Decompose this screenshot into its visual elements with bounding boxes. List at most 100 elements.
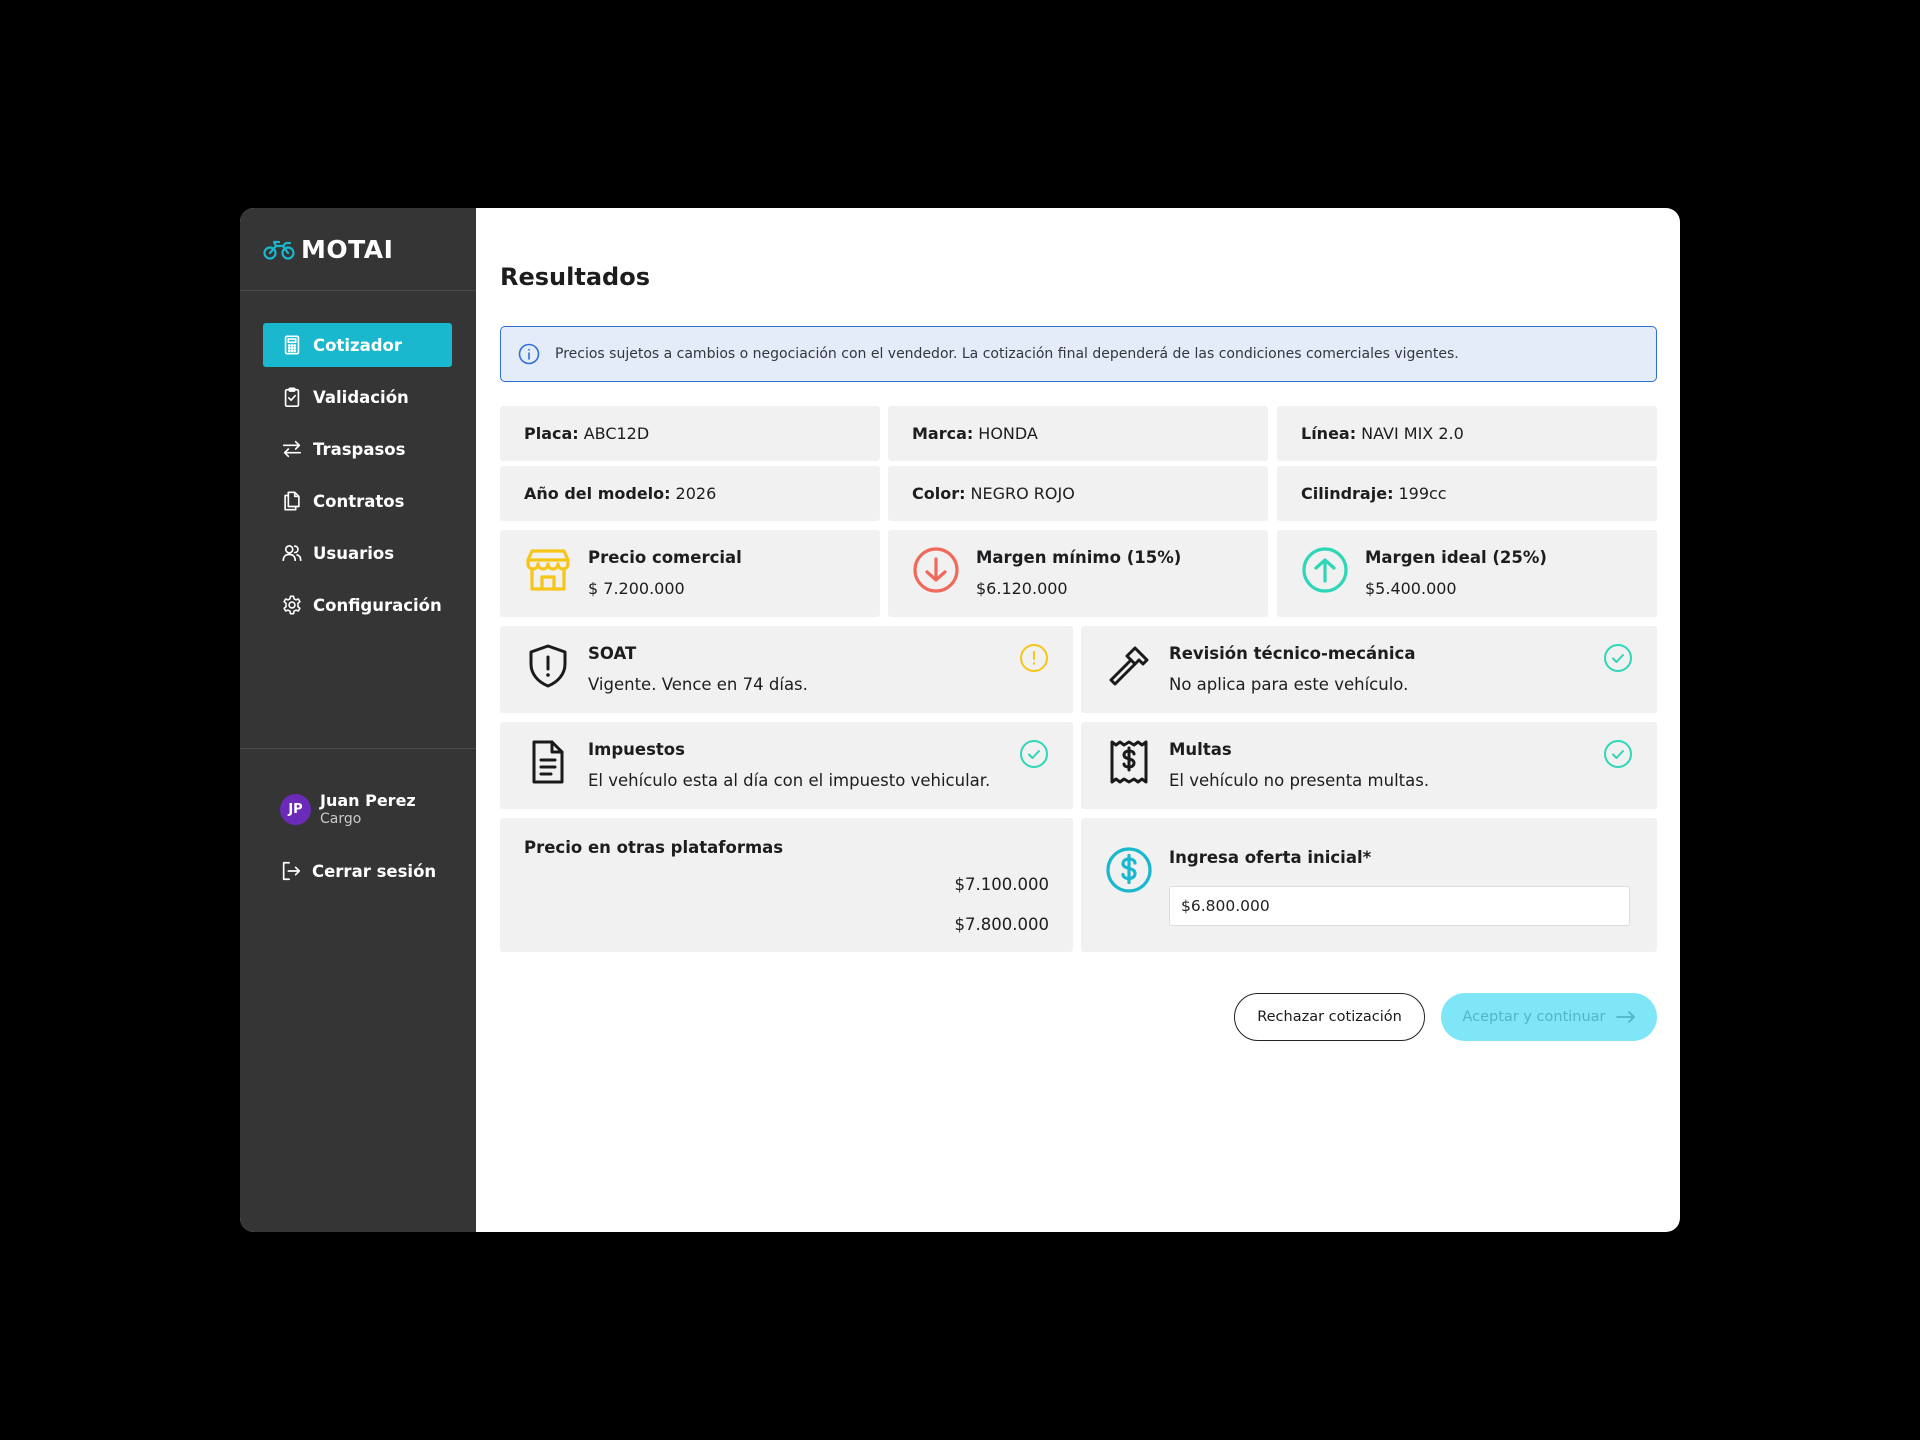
accept-button[interactable]: Aceptar y continuar [1441, 993, 1657, 1041]
info-icon [518, 343, 540, 365]
sidebar: MOTAI Cotizador Validación Traspasos Con… [240, 208, 476, 1232]
sidebar-item-label: Cotizador [313, 335, 403, 355]
check-badge-icon [1604, 644, 1632, 672]
placa-label: Placa: [524, 424, 579, 443]
users-icon [282, 545, 302, 562]
margen-minimo-card: Margen mínimo (15%) $6.120.000 [888, 530, 1268, 617]
impuestos-title: Impuestos [588, 740, 685, 759]
notice-text: Precios sujetos a cambios o negociación … [555, 346, 1459, 362]
logout-label: Cerrar sesión [312, 861, 437, 881]
color-field: Color: NEGRO ROJO [888, 466, 1268, 521]
impuestos-desc: El vehículo esta al día con el impuesto … [588, 771, 991, 790]
platform-price: $7.800.000 [954, 915, 1049, 934]
soat-card: SOAT Vigente. Vence en 74 días. [500, 626, 1073, 713]
user-name: Juan Perez [320, 791, 416, 810]
main-content: Resultados Precios sujetos a cambios o n… [476, 208, 1680, 1232]
brand[interactable]: MOTAI [240, 208, 476, 291]
document-icon [532, 740, 564, 784]
cilindraje-value: 199cc [1398, 484, 1447, 503]
accept-button-label: Aceptar y continuar [1462, 1009, 1606, 1025]
revision-title: Revisión técnico-mecánica [1169, 644, 1416, 663]
cilindraje-label: Cilindraje: [1301, 484, 1394, 503]
sidebar-item-contratos[interactable]: Contratos [263, 479, 452, 523]
placa-value: ABC12D [583, 424, 650, 443]
multas-title: Multas [1169, 740, 1232, 759]
receipt-dollar-icon [1110, 740, 1148, 784]
margen-ideal-card: Margen ideal (25%) $5.400.000 [1277, 530, 1657, 617]
marca-value: HONDA [978, 424, 1038, 443]
offer-card: Ingresa oferta inicial* [1081, 818, 1657, 952]
platforms-title: Precio en otras plataformas [524, 838, 784, 857]
sidebar-item-label: Traspasos [313, 439, 406, 459]
revision-card: Revisión técnico-mecánica No aplica para… [1081, 626, 1657, 713]
store-icon [526, 549, 570, 591]
platform-price: $7.100.000 [954, 875, 1049, 894]
precio-comercial-card: Precio comercial $ 7.200.000 [500, 530, 880, 617]
info-notice: Precios sujetos a cambios o negociación … [500, 326, 1657, 382]
precio-comercial-title: Precio comercial [588, 548, 742, 567]
linea-field: Línea: NAVI MIX 2.0 [1277, 406, 1657, 461]
precio-comercial-value: $ 7.200.000 [588, 579, 685, 598]
user-profile[interactable]: JP Juan Perez Cargo [280, 791, 416, 827]
arrows-swap-icon [282, 440, 302, 458]
sidebar-item-label: Contratos [313, 491, 405, 511]
multas-desc: El vehículo no presenta multas. [1169, 771, 1430, 790]
sidebar-item-cotizador[interactable]: Cotizador [263, 323, 452, 367]
gear-icon [283, 595, 301, 615]
documents-icon [284, 491, 300, 511]
shield-alert-icon [529, 644, 567, 688]
sidebar-item-usuarios[interactable]: Usuarios [263, 531, 452, 575]
reject-button[interactable]: Rechazar cotización [1234, 993, 1425, 1041]
placa-field: Placa: ABC12D [500, 406, 880, 461]
multas-card: Multas El vehículo no presenta multas. [1081, 722, 1657, 809]
soat-title: SOAT [588, 644, 637, 663]
anio-label: Año del modelo: [524, 484, 671, 503]
offer-input[interactable] [1169, 886, 1630, 926]
arrow-right-icon [1615, 1011, 1635, 1023]
motorcycle-icon [263, 240, 295, 260]
sidebar-item-label: Configuración [313, 595, 442, 615]
cilindraje-field: Cilindraje: 199cc [1277, 466, 1657, 521]
marca-label: Marca: [912, 424, 974, 443]
dollar-circle-icon [1106, 847, 1152, 893]
check-badge-icon [1020, 740, 1048, 768]
color-label: Color: [912, 484, 966, 503]
user-role: Cargo [320, 811, 362, 827]
reject-button-label: Rechazar cotización [1257, 1009, 1402, 1025]
margen-ideal-title: Margen ideal (25%) [1365, 548, 1547, 567]
arrow-up-circle-icon [1302, 547, 1348, 593]
color-value: NEGRO ROJO [970, 484, 1075, 503]
margen-minimo-title: Margen mínimo (15%) [976, 548, 1182, 567]
warning-badge-icon [1020, 644, 1048, 672]
margen-minimo-value: $6.120.000 [976, 579, 1068, 598]
sidebar-item-validacion[interactable]: Validación [263, 375, 452, 419]
brand-name: MOTAI [301, 234, 394, 264]
arrow-down-circle-icon [913, 547, 959, 593]
soat-desc: Vigente. Vence en 74 días. [588, 675, 808, 694]
logout-icon [282, 861, 301, 881]
app-window: MOTAI Cotizador Validación Traspasos Con… [240, 208, 1680, 1232]
sidebar-divider [240, 748, 476, 749]
calculator-icon [284, 335, 300, 355]
revision-desc: No aplica para este vehículo. [1169, 675, 1409, 694]
linea-value: NAVI MIX 2.0 [1361, 424, 1464, 443]
platforms-card: Precio en otras plataformas $7.100.000 $… [500, 818, 1073, 952]
anio-field: Año del modelo: 2026 [500, 466, 880, 521]
logout-button[interactable]: Cerrar sesión [280, 860, 436, 882]
sidebar-item-label: Validación [313, 387, 409, 407]
sidebar-item-label: Usuarios [313, 543, 395, 563]
sidebar-item-configuracion[interactable]: Configuración [263, 583, 452, 627]
check-badge-icon [1604, 740, 1632, 768]
page-title: Resultados [500, 263, 650, 291]
sidebar-item-traspasos[interactable]: Traspasos [263, 427, 452, 471]
clipboard-check-icon [284, 387, 300, 407]
marca-field: Marca: HONDA [888, 406, 1268, 461]
impuestos-card: Impuestos El vehículo esta al día con el… [500, 722, 1073, 809]
anio-value: 2026 [675, 484, 717, 503]
linea-label: Línea: [1301, 424, 1357, 443]
hammer-icon [1109, 646, 1149, 686]
avatar: JP [280, 793, 311, 825]
sidebar-nav: Cotizador Validación Traspasos Contratos… [263, 323, 452, 635]
offer-label: Ingresa oferta inicial* [1169, 848, 1372, 867]
margen-ideal-value: $5.400.000 [1365, 579, 1457, 598]
